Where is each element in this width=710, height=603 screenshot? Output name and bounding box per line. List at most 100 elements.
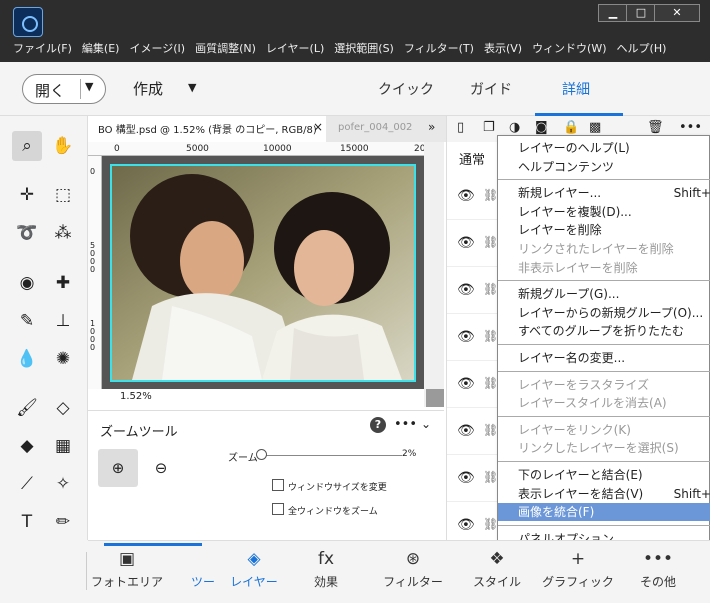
- context-menu-item[interactable]: 下のレイヤーと結合(E): [498, 466, 710, 484]
- menu-item[interactable]: ヘルプ(H): [612, 40, 672, 58]
- menu-item[interactable]: 画質調整(N): [190, 40, 261, 58]
- visibility-eye-icon[interactable]: 👁: [457, 376, 475, 392]
- eyedropper-tool-icon[interactable]: ⟋: [12, 469, 42, 499]
- eraser-tool-icon[interactable]: ◇: [48, 393, 78, 423]
- zoom-tool-icon[interactable]: ⌕: [12, 131, 42, 161]
- gradient-tool-icon[interactable]: ▦: [48, 431, 78, 461]
- panel-button-styles[interactable]: ❖ スタイル: [462, 541, 532, 597]
- hand-tool-icon[interactable]: ✋: [48, 131, 78, 161]
- panel-button-filter[interactable]: ⊛ フィルター: [378, 541, 448, 597]
- adjustment-layer-icon[interactable]: ◑: [509, 120, 520, 135]
- close-button[interactable]: ✕: [654, 4, 700, 22]
- menu-item[interactable]: 編集(E): [77, 40, 125, 58]
- visibility-eye-icon[interactable]: 👁: [457, 188, 475, 204]
- layer-mask-icon[interactable]: ◙: [535, 120, 548, 135]
- new-group-icon[interactable]: ❐: [483, 120, 495, 135]
- link-chain-icon[interactable]: ⛓: [483, 282, 498, 296]
- lock-icon[interactable]: 🔒: [563, 120, 579, 135]
- link-chain-icon[interactable]: ⛓: [483, 517, 498, 531]
- menu-item[interactable]: 表示(V): [479, 40, 527, 58]
- visibility-eye-icon[interactable]: 👁: [457, 282, 475, 298]
- link-chain-icon[interactable]: ⛓: [483, 376, 498, 390]
- tab-expert[interactable]: 詳細: [562, 79, 590, 99]
- context-menu-item[interactable]: レイヤーを削除: [498, 221, 710, 239]
- layer-row[interactable]: 👁 ⛓: [447, 174, 499, 220]
- lock-transparency-icon[interactable]: ▩: [589, 120, 601, 135]
- zoom-in-button[interactable]: ⊕: [98, 449, 138, 487]
- panel-button-more[interactable]: ••• その他: [628, 541, 688, 597]
- type-tool-icon[interactable]: T: [12, 507, 42, 537]
- visibility-eye-icon[interactable]: 👁: [457, 517, 475, 533]
- visibility-eye-icon[interactable]: 👁: [457, 470, 475, 486]
- context-menu-item[interactable]: 新規レイヤー... Shift+: [498, 184, 710, 202]
- layer-row[interactable]: 👁 ⛓: [447, 221, 499, 267]
- brush-tool-icon[interactable]: 🖌: [12, 393, 42, 423]
- minimize-button[interactable]: ▁: [598, 4, 628, 22]
- help-icon[interactable]: ?: [370, 417, 386, 433]
- maximize-button[interactable]: □: [626, 4, 656, 22]
- tab-quick[interactable]: クイック: [378, 79, 434, 99]
- link-chain-icon[interactable]: ⛓: [483, 188, 498, 202]
- vertical-scrollbar[interactable]: [424, 142, 444, 407]
- panel-button-fx[interactable]: fx 効果: [296, 541, 356, 597]
- new-layer-icon[interactable]: ▯: [457, 120, 464, 135]
- menu-item[interactable]: レイヤー(L): [261, 40, 329, 58]
- document-image[interactable]: [110, 164, 416, 382]
- menu-item[interactable]: ファイル(F): [8, 40, 77, 58]
- zoom-slider-handle[interactable]: [256, 449, 267, 460]
- clone-stamp-tool-icon[interactable]: ⊥: [48, 306, 78, 336]
- zoom-slider-track[interactable]: [266, 455, 402, 456]
- context-menu-item[interactable]: レイヤーからの新規グループ(O)...: [498, 304, 710, 322]
- panel-menu-icon[interactable]: •••: [679, 120, 702, 135]
- link-chain-icon[interactable]: ⛓: [483, 423, 498, 437]
- context-menu-item[interactable]: ヘルプコンテンツ: [498, 158, 710, 176]
- trash-icon[interactable]: 🗑: [647, 120, 664, 135]
- document-tab-second[interactable]: pofer_004_002: [338, 122, 412, 133]
- layer-row[interactable]: 👁 ⛓: [447, 315, 499, 361]
- menu-item[interactable]: ウィンドウ(W): [527, 40, 611, 58]
- layer-row[interactable]: 👁 ⛓: [447, 456, 499, 502]
- chevron-down-icon[interactable]: ▼: [188, 81, 196, 94]
- context-menu-item[interactable]: レイヤーを複製(D)...: [498, 203, 710, 221]
- layer-row[interactable]: 👁 ⛓: [447, 362, 499, 408]
- blur-tool-icon[interactable]: 💧: [12, 344, 42, 374]
- move-tool-icon[interactable]: ✛: [12, 180, 42, 210]
- zoom-level-readout[interactable]: 1.52%: [120, 391, 152, 402]
- visibility-eye-icon[interactable]: 👁: [457, 235, 475, 251]
- layer-row[interactable]: 👁 ⛓: [447, 409, 499, 455]
- document-tab-active[interactable]: BO 構型.psd @ 1.52% (背景 のコピー, RGB/8): [88, 116, 326, 142]
- layer-row[interactable]: 👁 ⛓: [447, 268, 499, 314]
- custom-shape-tool-icon[interactable]: ✧: [48, 469, 78, 499]
- healing-brush-tool-icon[interactable]: ✚: [48, 268, 78, 298]
- more-options-icon[interactable]: •••: [394, 417, 417, 432]
- zoom-all-windows-checkbox[interactable]: [272, 503, 284, 515]
- context-menu-item[interactable]: 表示レイヤーを結合(V) Shift+: [498, 485, 710, 503]
- smart-brush-tool-icon[interactable]: ✎: [12, 306, 42, 336]
- resize-windows-checkbox[interactable]: [272, 479, 284, 491]
- blend-mode-select[interactable]: 通常: [459, 149, 485, 168]
- create-button[interactable]: 作成: [133, 78, 163, 99]
- open-button[interactable]: 開く ▼: [22, 74, 106, 104]
- scrollbar-corner[interactable]: [426, 389, 444, 407]
- chevron-down-icon[interactable]: ▼: [85, 80, 93, 93]
- pencil-tool-icon[interactable]: ✏: [48, 507, 78, 537]
- visibility-eye-icon[interactable]: 👁: [457, 423, 475, 439]
- panel-button-tool-options[interactable]: ツー: [188, 541, 218, 597]
- zoom-out-button[interactable]: ⊖: [146, 449, 176, 487]
- lasso-tool-icon[interactable]: ➰: [12, 218, 42, 248]
- marquee-tool-icon[interactable]: ⬚: [48, 180, 78, 210]
- context-menu-item[interactable]: 画像を統合(F): [498, 503, 710, 522]
- panel-button-photo-bin[interactable]: ▣ フォトエリア: [88, 541, 166, 597]
- panel-button-layers[interactable]: ◈ レイヤー: [224, 541, 284, 597]
- panel-button-graphics[interactable]: + グラフィック: [538, 541, 618, 597]
- link-chain-icon[interactable]: ⛓: [483, 329, 498, 343]
- context-menu-item[interactable]: 新規グループ(G)...: [498, 285, 710, 303]
- paint-bucket-tool-icon[interactable]: ◆: [12, 431, 42, 461]
- magic-wand-tool-icon[interactable]: ⁂: [48, 218, 78, 248]
- red-eye-tool-icon[interactable]: ◉: [12, 268, 42, 298]
- link-chain-icon[interactable]: ⛓: [483, 235, 498, 249]
- tabs-overflow-icon[interactable]: »: [428, 120, 435, 134]
- context-menu-item[interactable]: レイヤーのヘルプ(L): [498, 139, 710, 157]
- context-menu-item[interactable]: すべてのグループを折りたたむ: [498, 322, 710, 340]
- menu-item[interactable]: フィルター(T): [399, 40, 479, 58]
